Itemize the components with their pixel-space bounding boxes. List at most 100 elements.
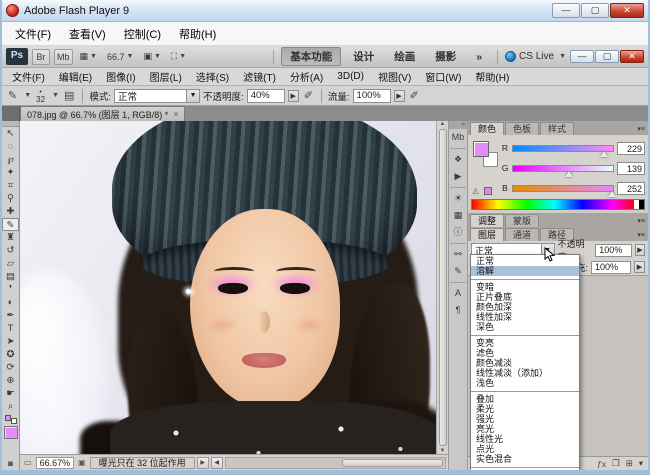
toggle-brush-panel-icon[interactable]: ▤ xyxy=(62,89,76,102)
blend-option-normal[interactable]: 正常 xyxy=(471,256,579,266)
tab-layers[interactable]: 图层 xyxy=(470,228,504,241)
menu-window[interactable]: 窗口(W) xyxy=(418,69,468,84)
opacity-spinner[interactable]: ▶ xyxy=(288,90,299,102)
blend-option-color-burn[interactable]: 颜色加深 xyxy=(471,302,579,312)
status-expand-icon[interactable]: ▶ xyxy=(197,457,209,469)
gamut-warning-icon[interactable]: ⚠ xyxy=(472,187,479,196)
panel-menu-icon[interactable]: ▾≡ xyxy=(637,231,648,241)
blend-option-screen[interactable]: 滤色 xyxy=(471,348,579,358)
canvas[interactable]: ▲ ▼ xyxy=(20,121,448,454)
pen-tool[interactable]: ✒ xyxy=(2,309,19,322)
mini-bridge-icon[interactable]: Mb xyxy=(54,49,73,65)
tab-color[interactable]: 颜色 xyxy=(470,122,504,135)
info-panel-icon[interactable]: ⓘ xyxy=(449,224,467,241)
dock-collapse-handle[interactable]: » xyxy=(449,121,467,129)
red-slider-thumb[interactable] xyxy=(600,151,608,157)
green-slider-thumb[interactable] xyxy=(565,171,573,177)
type-tool[interactable]: T xyxy=(2,322,19,335)
blue-slider-thumb[interactable] xyxy=(608,191,616,197)
zoom-level-control[interactable]: 66.7▼ xyxy=(104,49,136,65)
airbrush-icon[interactable]: ✐ xyxy=(408,89,421,102)
blend-option-lighter-color[interactable]: 浅色 xyxy=(471,378,579,388)
history-brush-tool[interactable]: ↺ xyxy=(2,244,19,257)
mode-select[interactable]: 正常 ▼ xyxy=(114,89,200,103)
blend-option-multiply[interactable]: 正片叠底 xyxy=(471,292,579,302)
menu-file[interactable]: 文件(F) xyxy=(5,69,52,84)
tab-adjustments[interactable]: 调整 xyxy=(470,214,504,227)
move-tool[interactable]: ↖ xyxy=(2,127,19,140)
blend-option-vivid-light[interactable]: 亮光 xyxy=(471,424,579,434)
path-select-tool[interactable]: ➤ xyxy=(2,335,19,348)
workspace-essentials-button[interactable]: 基本功能 xyxy=(281,47,341,66)
quick-select-tool[interactable]: ✦ xyxy=(2,166,19,179)
window-minimize-button[interactable]: — xyxy=(552,3,580,18)
opacity-input[interactable]: 40% xyxy=(247,89,285,103)
blend-option-darken[interactable]: 变暗 xyxy=(471,279,579,292)
marquee-tool[interactable]: ◌ xyxy=(2,140,19,153)
clone-source-panel-icon[interactable]: ⚯ xyxy=(449,246,467,263)
brush-preset-icon[interactable]: ✎ xyxy=(6,89,19,102)
new-layer-icon[interactable]: ⊞ xyxy=(626,458,633,469)
brush-tool[interactable]: ✎ xyxy=(2,218,19,231)
gradient-tool[interactable]: ▤ xyxy=(2,270,19,283)
scroll-up-icon[interactable]: ▲ xyxy=(440,121,446,127)
blend-option-hard-light[interactable]: 强光 xyxy=(471,414,579,424)
blue-slider[interactable] xyxy=(512,185,614,192)
eraser-tool[interactable]: ▱ xyxy=(2,257,19,270)
blend-option-hard-mix[interactable]: 实色混合 xyxy=(471,454,579,464)
foreground-color-swatch[interactable] xyxy=(4,426,18,439)
workspace-overflow-button[interactable]: » xyxy=(468,50,490,64)
blend-option-linear-dodge[interactable]: 线性减淡（添加） xyxy=(471,368,579,378)
flash-menu-file[interactable]: 文件(F) xyxy=(6,26,60,42)
blend-option-darker-color[interactable]: 深色 xyxy=(471,322,579,332)
window-maximize-button[interactable]: ▢ xyxy=(581,3,609,18)
vertical-scroll-thumb[interactable] xyxy=(439,129,447,446)
vertical-scrollbar[interactable]: ▲ ▼ xyxy=(436,121,448,454)
scroll-left-icon[interactable]: ◀ xyxy=(211,457,223,469)
web-safe-swatch[interactable] xyxy=(484,187,492,195)
tab-masks[interactable]: 蒙版 xyxy=(505,214,539,227)
blend-option-lighten[interactable]: 变亮 xyxy=(471,335,579,348)
blue-value-input[interactable]: 252 xyxy=(617,182,645,195)
flow-input[interactable]: 100% xyxy=(353,89,391,103)
blur-tool[interactable]: ❜ xyxy=(2,283,19,296)
bridge-icon[interactable]: Br xyxy=(32,49,50,65)
workspace-photography-button[interactable]: 摄影 xyxy=(427,48,464,65)
red-value-input[interactable]: 229 xyxy=(617,142,645,155)
menu-layer[interactable]: 图层(L) xyxy=(143,69,189,84)
menu-analysis[interactable]: 分析(A) xyxy=(283,69,330,84)
color-spectrum-ramp[interactable] xyxy=(471,199,645,210)
blend-option-soft-light[interactable]: 柔光 xyxy=(471,404,579,414)
flash-menu-view[interactable]: 查看(V) xyxy=(60,26,115,42)
app-minimize-button[interactable]: — xyxy=(570,50,594,63)
masks-panel-icon[interactable]: ▦ xyxy=(449,207,467,224)
app-restore-button[interactable]: ▢ xyxy=(595,50,619,63)
lasso-tool[interactable]: ℘ xyxy=(2,153,19,166)
healing-brush-tool[interactable]: ✚ xyxy=(2,205,19,218)
actions-panel-icon[interactable]: ▶ xyxy=(449,168,467,185)
fill-spinner[interactable]: ▶ xyxy=(634,261,645,273)
zoom-percent-input[interactable]: 66.67% xyxy=(36,457,75,469)
menu-select[interactable]: 选择(S) xyxy=(189,69,236,84)
eyedropper-tool[interactable]: ⚲ xyxy=(2,192,19,205)
character-panel-icon[interactable]: A xyxy=(449,285,467,302)
shape-tool[interactable]: ✪ xyxy=(2,348,19,361)
blend-option-linear-burn[interactable]: 线性加深 xyxy=(471,312,579,322)
blend-option-difference[interactable]: 差值 xyxy=(471,467,579,470)
menu-filter[interactable]: 滤镜(T) xyxy=(236,69,283,84)
menu-help[interactable]: 帮助(H) xyxy=(468,69,516,84)
panel-menu-icon[interactable]: ▾≡ xyxy=(637,125,648,135)
view-extras-icon[interactable]: ▦▼ xyxy=(77,49,100,65)
flash-menu-help[interactable]: 帮助(H) xyxy=(170,26,225,42)
flash-menu-control[interactable]: 控制(C) xyxy=(115,26,170,42)
blend-option-dissolve[interactable]: 溶解 xyxy=(471,266,579,276)
panel-menu-icon[interactable]: ▾≡ xyxy=(637,217,648,227)
crop-tool[interactable]: ⌗ xyxy=(2,179,19,192)
screen-mode-icon[interactable]: ⛶▼ xyxy=(168,49,189,65)
zoom-tool[interactable]: ⌕ xyxy=(2,400,19,413)
layer-opacity-input[interactable]: 100% xyxy=(595,244,632,257)
default-colors-icon[interactable] xyxy=(5,415,17,424)
clone-stamp-tool[interactable]: ♜ xyxy=(2,231,19,244)
tab-channels[interactable]: 通道 xyxy=(505,228,539,241)
menu-3d[interactable]: 3D(D) xyxy=(330,71,371,82)
